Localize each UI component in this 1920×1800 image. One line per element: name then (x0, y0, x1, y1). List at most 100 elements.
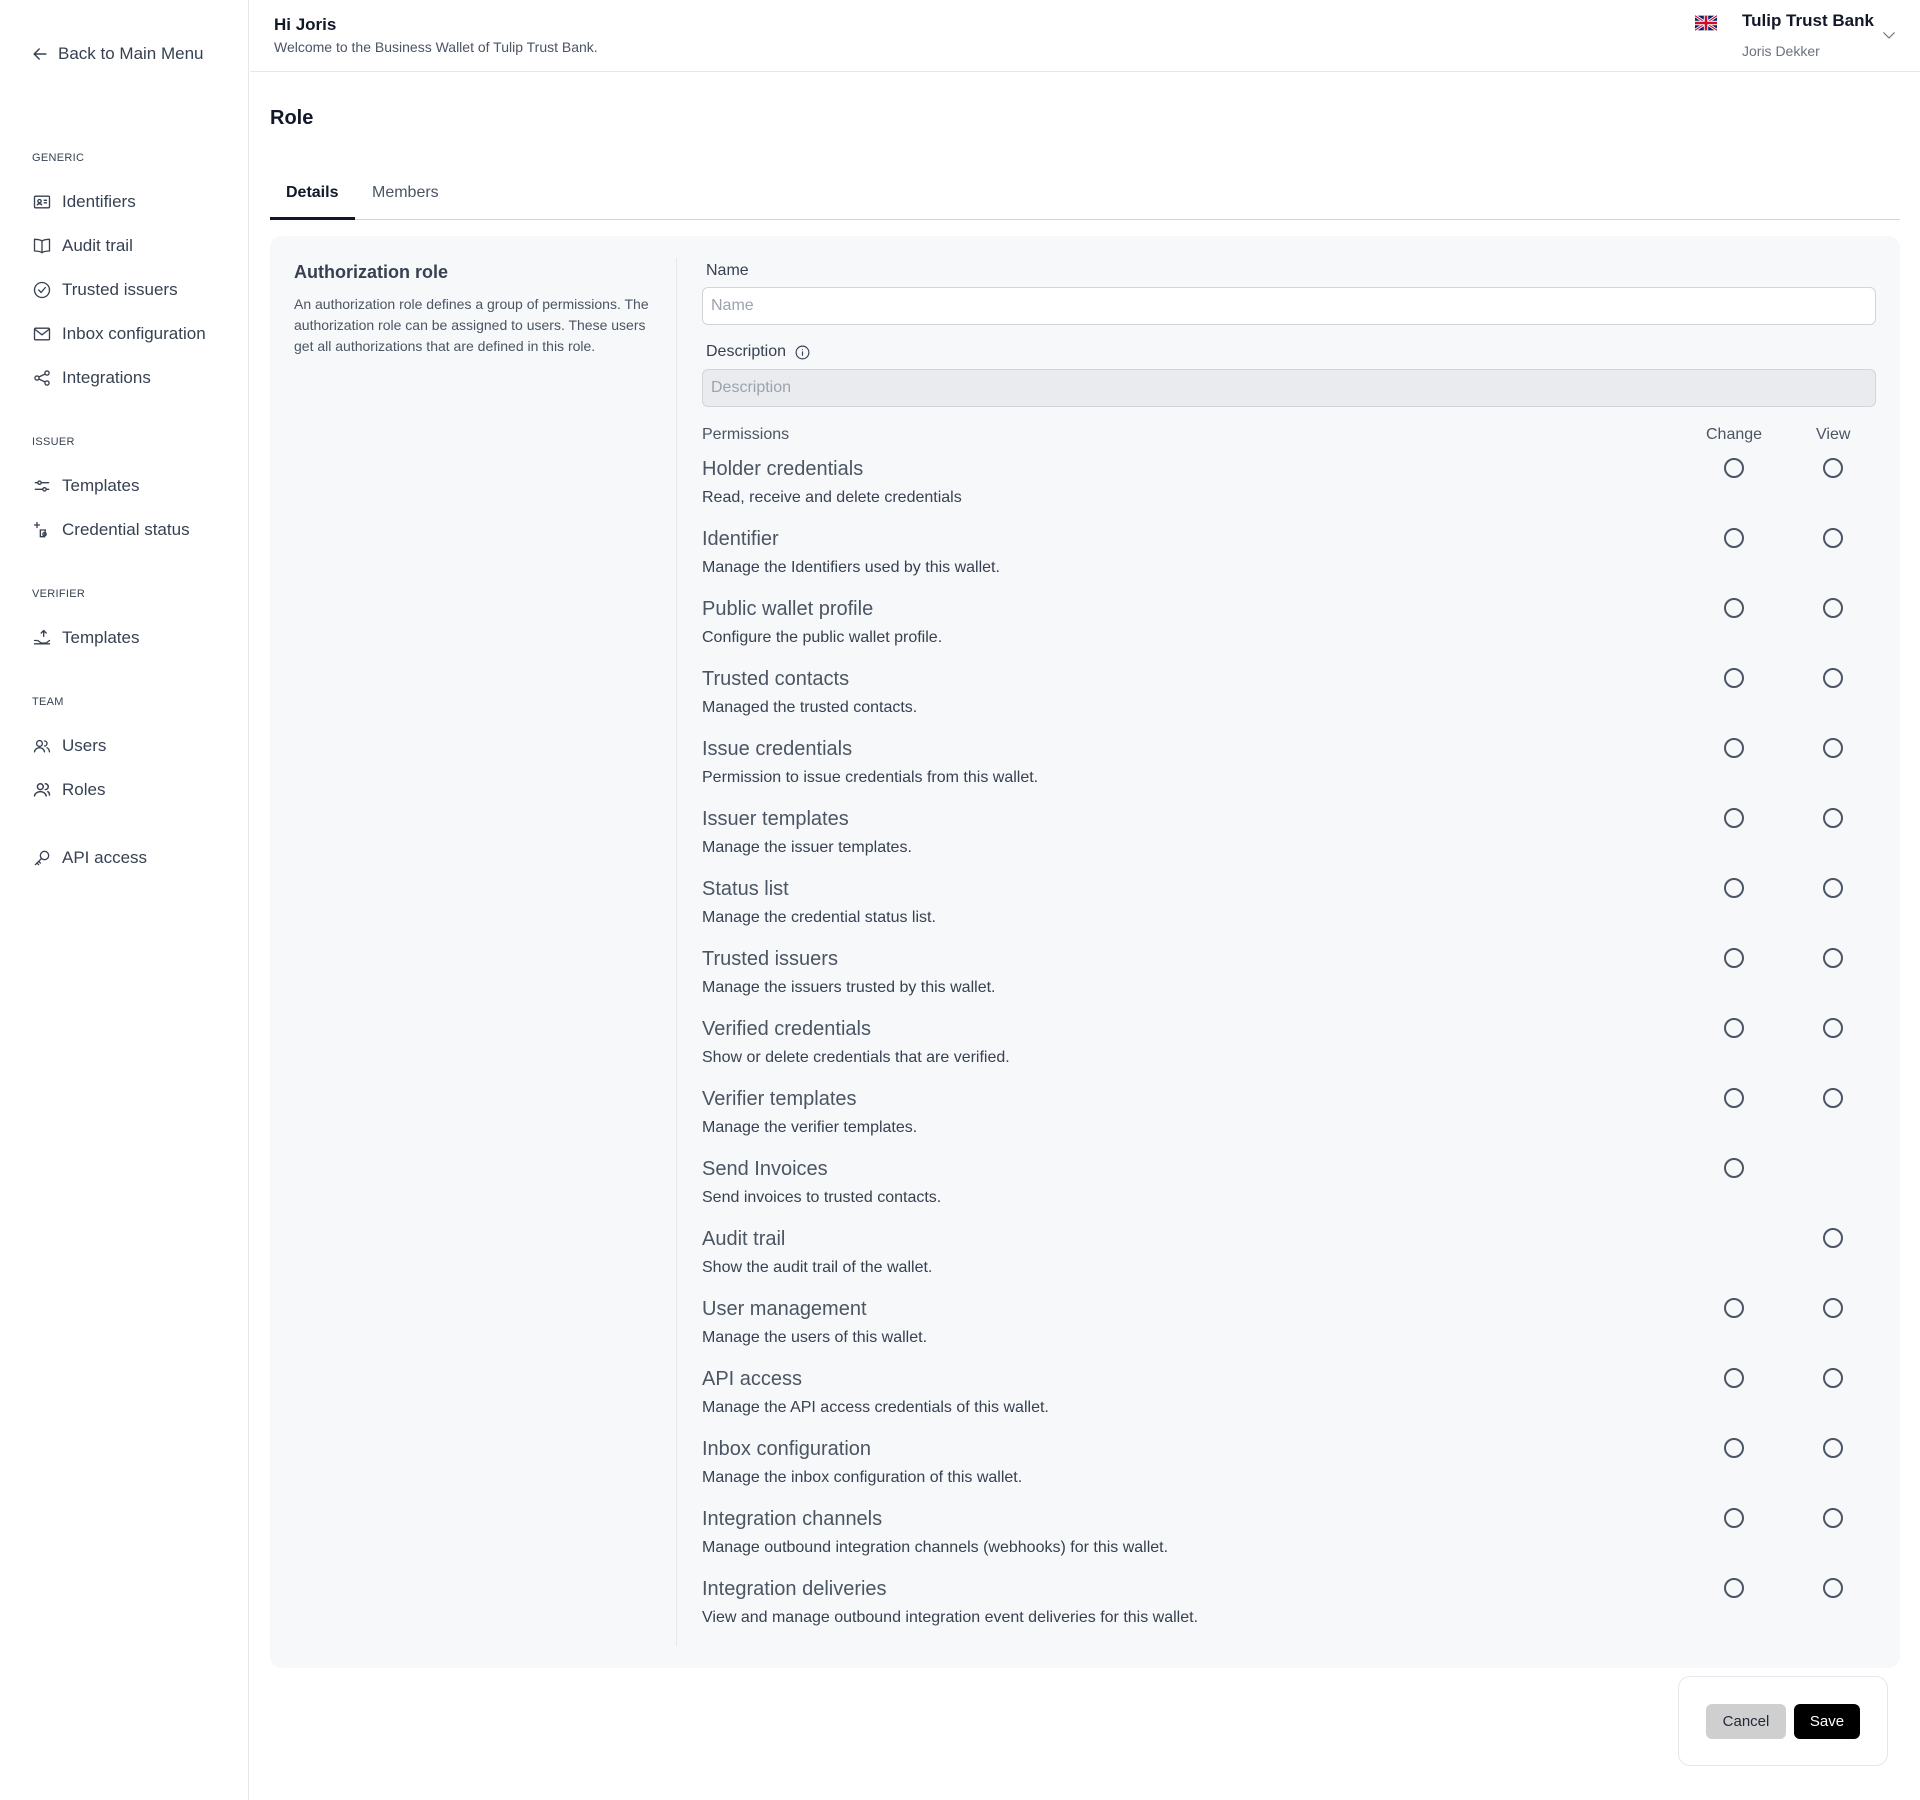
view-checkbox[interactable] (1823, 458, 1843, 478)
view-checkbox[interactable] (1823, 1018, 1843, 1038)
permission-description: Send invoices to trusted contacts. (702, 1189, 942, 1206)
sidebar-item-users[interactable]: Users (32, 736, 106, 756)
permission-row: Trusted issuers Manage the issuers truste… (702, 948, 1876, 1018)
tab-members[interactable]: Members (356, 178, 455, 220)
permission-title: Public wallet profile (702, 598, 874, 620)
view-checkbox[interactable] (1823, 1438, 1843, 1458)
change-checkbox[interactable] (1724, 598, 1744, 618)
sidebar-item-api-access[interactable]: API access (32, 848, 147, 868)
view-checkbox[interactable] (1823, 808, 1843, 828)
view-checkbox[interactable] (1823, 948, 1843, 968)
section-title: Authorization role (294, 262, 448, 282)
view-checkbox[interactable] (1823, 1368, 1843, 1388)
section-title-issuer: ISSUER (32, 436, 75, 448)
view-checkbox[interactable] (1823, 878, 1843, 898)
permission-title: Trusted issuers (702, 948, 838, 970)
view-checkbox[interactable] (1823, 1228, 1843, 1248)
divider (676, 258, 677, 1646)
permission-title: Identifier (702, 528, 779, 550)
sidebar-item-inbox-configuration[interactable]: Inbox configuration (32, 324, 206, 344)
sidebar-item-label: Audit trail (62, 236, 133, 255)
view-column-header: View (1816, 426, 1851, 443)
section-description: An authorization role defines a group of… (294, 296, 649, 354)
change-checkbox[interactable] (1724, 1368, 1744, 1388)
name-input[interactable] (702, 287, 1876, 325)
sidebar-item-integrations[interactable]: Integrations (32, 368, 151, 388)
sidebar: Back to Main Menu GENERIC Identifiers Au… (0, 0, 249, 1800)
permission-row: Inbox configuration Manage the inbox conf… (702, 1438, 1876, 1508)
change-checkbox[interactable] (1724, 528, 1744, 548)
top-header: Hi Joris Welcome to the Business Wallet … (250, 0, 1920, 72)
permission-title: API access (702, 1368, 803, 1390)
uk-flag-icon (1695, 15, 1717, 31)
change-checkbox[interactable] (1724, 458, 1744, 478)
change-checkbox[interactable] (1724, 1088, 1744, 1108)
page-title: Role (270, 107, 314, 129)
view-checkbox[interactable] (1823, 528, 1843, 548)
permission-title: User management (702, 1298, 867, 1320)
sidebar-item-audit-trail[interactable]: Audit trail (32, 236, 133, 256)
permission-row: Trusted contacts Managed the trusted cont… (702, 668, 1876, 738)
sidebar-item-verifier-templates[interactable]: Templates (32, 628, 139, 648)
sidebar-item-label: Credential status (62, 520, 190, 539)
description-input[interactable] (702, 369, 1876, 407)
change-checkbox[interactable] (1724, 668, 1744, 688)
permission-description: Manage the API access credentials of thi… (702, 1399, 1049, 1416)
sidebar-item-issuer-templates[interactable]: Templates (32, 476, 139, 496)
sidebar-item-credential-status[interactable]: Credential status (32, 520, 190, 540)
change-checkbox[interactable] (1724, 878, 1744, 898)
view-checkbox[interactable] (1823, 1508, 1843, 1528)
change-checkbox[interactable] (1724, 1298, 1744, 1318)
sidebar-item-trusted-issuers[interactable]: Trusted issuers (32, 280, 178, 300)
users-icon (33, 739, 51, 753)
sidebar-item-label: API access (62, 848, 148, 867)
view-checkbox[interactable] (1823, 668, 1843, 688)
view-checkbox[interactable] (1823, 1578, 1843, 1598)
sidebar-item-label: Integrations (62, 368, 151, 387)
cancel-button[interactable]: Cancel (1706, 1704, 1786, 1739)
change-checkbox[interactable] (1724, 1508, 1744, 1528)
permission-description: View and manage outbound integration eve… (702, 1609, 1199, 1626)
permission-title: Inbox configuration (702, 1438, 872, 1460)
permission-row: Send Invoices Send invoices to trusted co… (702, 1158, 1876, 1228)
permission-row: Holder credentials Read, receive and dele… (702, 458, 1876, 528)
welcome-text: Welcome to the Business Wallet of Tulip … (274, 39, 598, 55)
permission-description: Manage the users of this wallet. (702, 1329, 928, 1346)
change-checkbox[interactable] (1724, 808, 1744, 828)
permission-title: Verifier templates (702, 1088, 857, 1110)
sidebar-item-roles[interactable]: Roles (32, 780, 105, 800)
chevron-down-icon[interactable] (1880, 26, 1898, 44)
info-icon[interactable] (794, 344, 811, 361)
change-checkbox[interactable] (1724, 1578, 1744, 1598)
back-to-main-menu-link[interactable]: Back to Main Menu (30, 44, 204, 64)
permission-row: Issue credentials Permission to issue cre… (702, 738, 1876, 808)
change-checkbox[interactable] (1724, 948, 1744, 968)
view-checkbox[interactable] (1823, 738, 1843, 758)
change-checkbox[interactable] (1724, 1158, 1744, 1178)
change-checkbox[interactable] (1724, 1438, 1744, 1458)
permission-description: Permission to issue credentials from thi… (702, 769, 1039, 786)
permission-row: User management Manage the users of this … (702, 1298, 1876, 1368)
user-name: Joris Dekker (1742, 43, 1820, 59)
section-title-team: TEAM (32, 696, 64, 708)
view-checkbox[interactable] (1823, 598, 1843, 618)
view-checkbox[interactable] (1823, 1088, 1843, 1108)
permission-description: Manage the issuer templates. (702, 839, 912, 856)
change-checkbox[interactable] (1724, 1018, 1744, 1038)
permission-row: Verifier templates Manage the verifier te… (702, 1088, 1876, 1158)
mail-icon (33, 327, 51, 341)
sidebar-item-label: Inbox configuration (62, 324, 206, 343)
section-title-generic: GENERIC (32, 152, 85, 164)
id-card-icon (33, 195, 51, 209)
sidebar-item-identifiers[interactable]: Identifiers (32, 192, 136, 212)
change-checkbox[interactable] (1724, 738, 1744, 758)
section-title-verifier: VERIFIER (32, 588, 86, 600)
permission-row: API access Manage the API access credenti… (702, 1368, 1876, 1438)
book-open-icon (33, 238, 51, 254)
share-icon (34, 370, 50, 386)
save-button[interactable]: Save (1794, 1704, 1860, 1739)
permission-description: Manage the issuers trusted by this walle… (702, 979, 996, 996)
tab-details[interactable]: Details (270, 178, 355, 220)
view-checkbox[interactable] (1823, 1298, 1843, 1318)
permission-description: Manage the Identifiers used by this wall… (702, 559, 1000, 576)
